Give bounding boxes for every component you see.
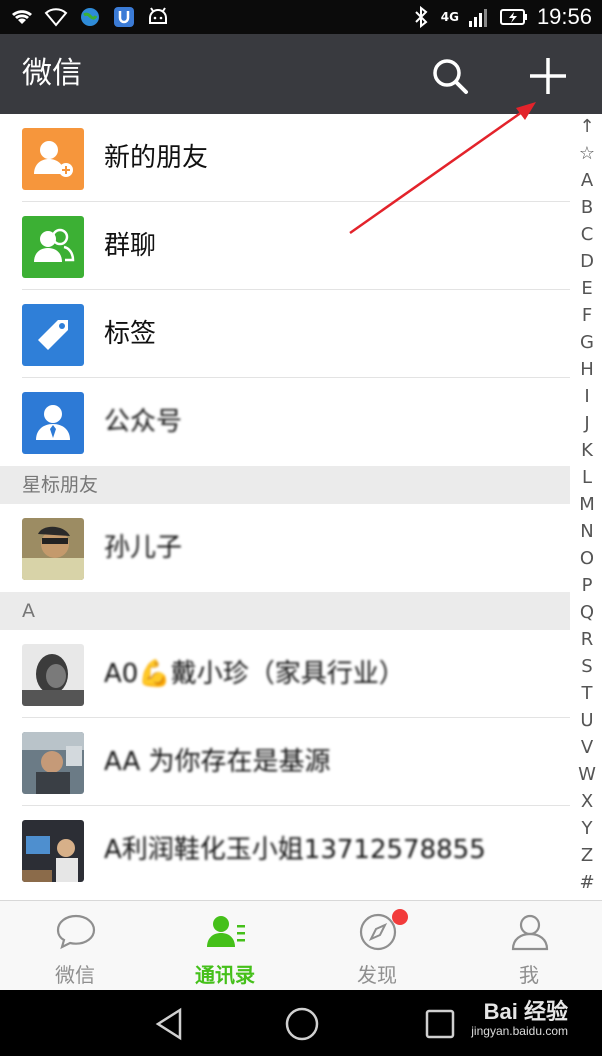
index-letter[interactable]: G bbox=[572, 332, 602, 354]
index-letter[interactable]: Y bbox=[572, 818, 602, 840]
contact-avatar bbox=[22, 820, 84, 882]
contact-row[interactable]: A0💪戴小珍（家具行业） bbox=[0, 630, 570, 718]
index-letter[interactable]: C bbox=[572, 224, 602, 246]
contact-row[interactable]: A利润鞋化玉小姐13712578855 bbox=[0, 806, 570, 894]
tags-label: 标签 bbox=[104, 319, 157, 349]
globe-app-icon bbox=[81, 8, 99, 26]
official-accounts-label: 公众号 bbox=[104, 407, 183, 437]
network-type-label: 4G bbox=[440, 10, 459, 24]
index-letter[interactable]: K bbox=[572, 440, 602, 462]
alphabet-index[interactable]: ↑ ☆ A B C D E F G H I J K L M N O P Q R S T U V W X Y Z # bbox=[572, 114, 602, 900]
contact-name: 孙儿子 bbox=[104, 533, 183, 563]
section-title: 星标朋友 bbox=[22, 474, 99, 496]
index-letter[interactable]: N bbox=[572, 521, 602, 543]
contact-name: A0💪戴小珍（家具行业） bbox=[104, 659, 405, 689]
new-friends-label: 新的朋友 bbox=[104, 143, 209, 173]
tags-row[interactable]: 标签 bbox=[0, 290, 570, 378]
recents-icon[interactable] bbox=[420, 1004, 460, 1044]
tab-me-label: 我 bbox=[519, 963, 539, 987]
index-letter[interactable]: ↑ bbox=[572, 116, 602, 138]
status-time: 19:56 bbox=[536, 4, 592, 29]
bottom-tab-bar: 微信 通讯录 发现 我 bbox=[0, 900, 602, 991]
new-friends-icon bbox=[22, 128, 84, 190]
chat-bubble-icon bbox=[56, 914, 96, 950]
tab-discover[interactable]: 发现 bbox=[302, 901, 452, 991]
index-letter[interactable]: H bbox=[572, 359, 602, 381]
index-letter[interactable]: E bbox=[572, 278, 602, 300]
index-letter[interactable]: A bbox=[572, 170, 602, 192]
index-letter[interactable]: X bbox=[572, 791, 602, 813]
search-icon[interactable] bbox=[428, 54, 472, 98]
group-chats-label: 群聊 bbox=[104, 231, 157, 261]
contact-row[interactable]: 孙儿子 bbox=[0, 504, 570, 592]
contacts-list[interactable]: 新的朋友 群聊 标签 公众号 星标朋友 孙儿子 A A0💪戴小珍（家具行业） A… bbox=[0, 114, 602, 900]
index-letter[interactable]: B bbox=[572, 197, 602, 219]
new-friends-row[interactable]: 新的朋友 bbox=[0, 114, 570, 202]
index-letter[interactable]: F bbox=[572, 305, 602, 327]
index-letter[interactable]: U bbox=[572, 710, 602, 732]
tab-contacts-label: 通讯录 bbox=[195, 963, 255, 987]
group-chat-icon bbox=[22, 216, 84, 278]
contact-row[interactable]: AA 为你存在是基源 bbox=[0, 718, 570, 806]
index-letter[interactable]: T bbox=[572, 683, 602, 705]
tab-chats-label: 微信 bbox=[55, 963, 95, 987]
battery-charging-icon bbox=[499, 9, 527, 25]
wifi-outline-icon bbox=[44, 8, 68, 27]
contact-name: AA 为你存在是基源 bbox=[104, 747, 331, 777]
index-letter[interactable]: L bbox=[572, 467, 602, 489]
tag-icon bbox=[22, 304, 84, 366]
official-accounts-row[interactable]: 公众号 bbox=[0, 378, 570, 466]
contact-avatar bbox=[22, 732, 84, 794]
tab-discover-label: 发现 bbox=[357, 963, 397, 987]
wifi-icon bbox=[12, 10, 32, 24]
index-letter[interactable]: W bbox=[572, 764, 602, 786]
watermark-url: jingyan.baidu.com bbox=[471, 1024, 568, 1038]
section-title: A bbox=[22, 600, 35, 622]
index-letter[interactable]: J bbox=[572, 413, 602, 435]
section-header-starred: 星标朋友 bbox=[0, 466, 570, 504]
discover-badge-dot bbox=[392, 909, 408, 925]
index-letter[interactable]: Z bbox=[572, 845, 602, 867]
index-letter[interactable]: Q bbox=[572, 602, 602, 624]
index-letter[interactable]: R bbox=[572, 629, 602, 651]
system-nav-bar: Bai 经验 jingyan.baidu.com bbox=[0, 990, 602, 1056]
app-notification-icon bbox=[114, 7, 134, 27]
signal-icon bbox=[468, 9, 487, 27]
person-icon bbox=[511, 914, 549, 951]
contacts-icon bbox=[207, 916, 245, 947]
official-account-icon bbox=[22, 392, 84, 454]
app-title: 微信 bbox=[22, 56, 82, 91]
index-letter[interactable]: # bbox=[572, 872, 602, 894]
back-icon[interactable] bbox=[150, 1004, 190, 1044]
group-chats-row[interactable]: 群聊 bbox=[0, 202, 570, 290]
index-letter[interactable]: S bbox=[572, 656, 602, 678]
tab-contacts[interactable]: 通讯录 bbox=[150, 901, 300, 991]
app-bar: 微信 bbox=[0, 34, 602, 114]
contact-name: A利润鞋化玉小姐13712578855 bbox=[104, 835, 486, 865]
section-header-a: A bbox=[0, 592, 570, 630]
bluetooth-icon bbox=[415, 5, 428, 29]
index-letter[interactable]: M bbox=[572, 494, 602, 516]
contact-avatar bbox=[22, 518, 84, 580]
tab-chats[interactable]: 微信 bbox=[0, 901, 150, 991]
status-bar: 4G 19:56 bbox=[0, 0, 602, 34]
index-letter[interactable]: V bbox=[572, 737, 602, 759]
index-letter[interactable]: P bbox=[572, 575, 602, 597]
index-letter[interactable]: D bbox=[572, 251, 602, 273]
add-menu-icon[interactable] bbox=[524, 52, 572, 100]
tab-me[interactable]: 我 bbox=[454, 901, 602, 991]
index-letter[interactable]: I bbox=[572, 386, 602, 408]
watermark-logo: Bai 经验 bbox=[483, 999, 568, 1024]
home-icon[interactable] bbox=[282, 1004, 322, 1044]
index-letter[interactable]: O bbox=[572, 548, 602, 570]
index-letter[interactable]: ☆ bbox=[572, 143, 602, 165]
contact-avatar bbox=[22, 644, 84, 706]
android-debug-icon bbox=[149, 7, 167, 24]
